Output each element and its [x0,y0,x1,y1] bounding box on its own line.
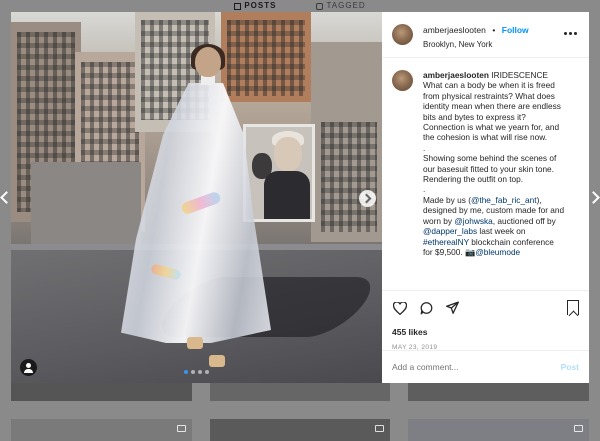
multiple-images-icon [375,425,384,432]
mention-link[interactable]: @bleumode [475,247,520,257]
caption-line: designed by me, custom made for and [423,205,565,216]
caption-line: @dapper_labs last week on [423,226,526,237]
caption-line: #etherealNY blockchain conference [423,236,554,247]
grid-icon [234,2,242,10]
carousel-dot [205,370,209,374]
profile-grid [11,383,589,441]
save-bookmark-icon[interactable] [567,300,579,315]
caption-line: Rendering the outfit on top. [423,174,524,185]
caption-line: Connection is what we yearn for, and [423,122,560,133]
avatar[interactable] [392,24,413,45]
share-paper-plane-icon[interactable] [444,300,460,316]
caption-line: the cohesion is what will rise now. [423,132,548,143]
caption-line: bits and bytes to express it? [423,111,526,122]
caption-line: What can a body be when it is freed [423,80,555,91]
tab-tagged-label: TAGGED [326,1,366,10]
multiple-images-icon [574,425,583,432]
multiple-images-icon [177,425,186,432]
grid-thumbnail[interactable] [210,383,390,401]
mention-link[interactable]: @johwska [454,216,492,226]
like-count[interactable]: 455 likes [392,327,579,337]
mention-link[interactable]: @the_fab_ric_ant [471,195,537,205]
carousel-next-icon[interactable] [359,190,376,207]
grid-thumbnail[interactable] [11,419,192,441]
follow-button[interactable]: Follow [502,25,529,35]
mention-link[interactable]: @dapper_labs [423,226,477,236]
like-heart-icon[interactable] [392,300,408,316]
caption-text: amberjaeslooten IRIDESCENCE What can a b… [423,70,579,287]
caption-username-link[interactable]: amberjaeslooten [423,70,489,80]
avatar[interactable] [392,70,413,91]
grid-thumbnail[interactable] [408,383,589,401]
separator-dot: • [492,25,496,35]
post-image[interactable] [11,12,382,383]
model-figure [111,44,271,377]
user-tags-icon[interactable] [20,359,37,376]
next-post-arrow-icon[interactable] [592,190,600,204]
post-details-panel: amberjaeslooten • Follow Brooklyn, New Y… [382,12,589,383]
caption-line: . [423,142,426,153]
post-comment-button[interactable]: Post [561,362,579,372]
comment-icon[interactable] [418,300,434,316]
caption-line: Showing some behind the scenes of [423,153,557,164]
tagged-icon [316,2,324,10]
username-link[interactable]: amberjaeslooten [423,25,486,35]
carousel-dots [184,370,209,374]
caption-line: worn by @johwska, auctioned off by [423,215,556,226]
post-modal: amberjaeslooten • Follow Brooklyn, New Y… [11,12,589,383]
tab-posts-label: POSTS [244,1,277,10]
tab-posts[interactable]: POSTS [234,0,276,12]
caption: amberjaeslooten IRIDESCENCE What can a b… [382,58,589,287]
caption-line: from physical restraints? What does [423,90,555,101]
caption-line: Made by us (@the_fab_ric_ant), [423,194,542,205]
post-header: amberjaeslooten • Follow Brooklyn, New Y… [382,12,589,58]
caption-line: our basesuit fitted to your skin tone. [423,163,554,174]
grid-thumbnail[interactable] [210,419,390,441]
comment-bar: Post [382,350,589,383]
caption-line: . [423,184,426,195]
caption-line: identity mean when there are endless [423,101,561,112]
location-link[interactable]: Brooklyn, New York [423,40,529,49]
previous-post-arrow-icon[interactable] [0,190,8,204]
carousel-dot [184,370,188,374]
grid-thumbnail[interactable] [11,383,192,401]
carousel-dot [191,370,195,374]
profile-tabs: POSTS TAGGED [0,0,600,12]
post-actions: 455 likes MAY 23, 2019 [382,290,589,351]
comment-input[interactable] [392,362,561,372]
caption-line: IRIDESCENCE [491,70,548,80]
mention-link[interactable]: #etherealNY [423,237,469,247]
grid-thumbnail[interactable] [408,419,589,441]
carousel-dot [198,370,202,374]
more-options-icon[interactable] [564,32,577,35]
tab-tagged[interactable]: TAGGED [316,0,365,12]
caption-line: for $9,500. 📷@bleumode [423,246,521,257]
